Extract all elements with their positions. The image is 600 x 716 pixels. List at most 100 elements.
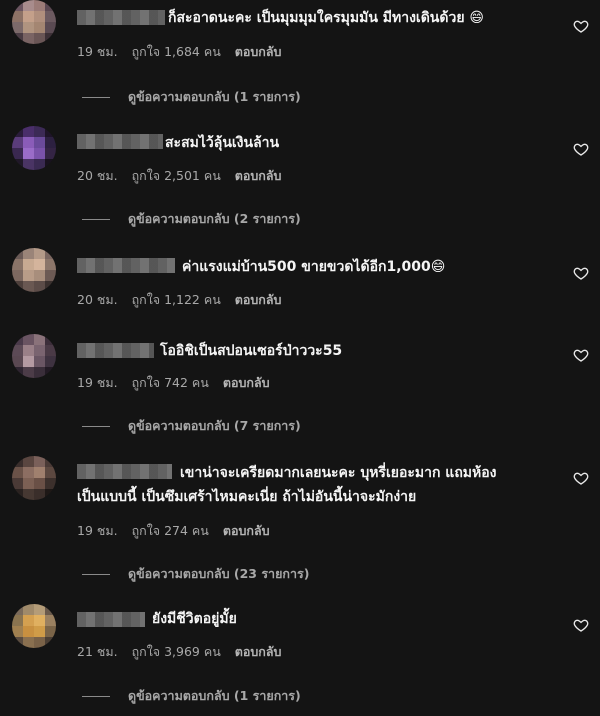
avatar-pixel (34, 0, 45, 11)
avatar-pixel (45, 33, 56, 44)
avatar-pixel (12, 281, 23, 292)
avatar[interactable] (12, 334, 56, 378)
heart-icon[interactable] (573, 470, 589, 486)
comment-meta: 20 ชม. ถูกใจ 2,501 คน ตอบกลับ (77, 166, 291, 186)
blurred-username[interactable] (77, 10, 165, 25)
avatar-pixel (45, 467, 56, 478)
avatar[interactable] (12, 456, 56, 500)
reply-button[interactable]: ตอบกลับ (235, 644, 282, 659)
heart-icon[interactable] (573, 265, 589, 281)
heart-icon[interactable] (573, 617, 589, 633)
comment-time: 20 ชม. (77, 168, 118, 183)
avatar-pixel (34, 356, 45, 367)
heart-icon[interactable] (573, 18, 589, 34)
reply-button[interactable]: ตอบกลับ (235, 168, 282, 183)
avatar-pixel (12, 33, 23, 44)
avatar-pixel (45, 615, 56, 626)
avatar-pixel (45, 11, 56, 22)
avatar-pixel (34, 148, 45, 159)
avatar-pixel (23, 126, 34, 137)
avatar-pixel (12, 345, 23, 356)
comment-text: ยังมีชีวิตอยู่มั้ย (152, 611, 237, 627)
avatar-pixel (12, 356, 23, 367)
avatar-pixel (45, 22, 56, 33)
like-count[interactable]: ถูกใจ 1,684 คน (132, 44, 221, 59)
avatar-pixel (34, 22, 45, 33)
like-count[interactable]: ถูกใจ 1,122 คน (132, 292, 221, 307)
avatar-pixel (12, 137, 23, 148)
avatar-pixel (45, 126, 56, 137)
avatar-pixel (45, 270, 56, 281)
like-count[interactable]: ถูกใจ 742 คน (132, 375, 209, 390)
avatar-pixel (23, 0, 34, 11)
avatar-pixel (45, 456, 56, 467)
divider-line (82, 573, 110, 575)
view-replies-link[interactable]: ดูข้อความตอบกลับ (23 รายการ) (82, 564, 309, 584)
comment-meta: 19 ชม. ถูกใจ 1,684 คน ตอบกลับ (77, 42, 291, 62)
avatar[interactable] (12, 0, 56, 44)
view-replies-link[interactable]: ดูข้อความตอบกลับ (1 รายการ) (82, 87, 301, 107)
avatar-pixel (34, 615, 45, 626)
avatar-pixel (45, 604, 56, 615)
like-count[interactable]: ถูกใจ 2,501 คน (132, 168, 221, 183)
avatar-pixel (45, 478, 56, 489)
heart-icon[interactable] (573, 347, 589, 363)
avatar-pixel (34, 604, 45, 615)
avatar-pixel (23, 456, 34, 467)
avatar[interactable] (12, 604, 56, 648)
avatar-pixel (45, 281, 56, 292)
comment-text: ค่าแรงแม่บ้าน500 ขายขวดได้อีก1,000😄 (182, 259, 446, 275)
comment-text: เขาน่าจะเครียดมากเลยนะคะ บุหรี่เยอะมาก แ… (180, 465, 497, 481)
avatar-pixel (12, 626, 23, 637)
blurred-username[interactable] (77, 464, 172, 479)
reply-button[interactable]: ตอบกลับ (235, 44, 282, 59)
avatar-pixel (12, 467, 23, 478)
avatar-pixel (45, 259, 56, 270)
like-count[interactable]: ถูกใจ 274 คน (132, 523, 209, 538)
comment-time: 21 ชม. (77, 644, 118, 659)
avatar-pixel (12, 11, 23, 22)
avatar-pixel (23, 148, 34, 159)
avatar-pixel (12, 126, 23, 137)
view-replies-link[interactable]: ดูข้อความตอบกลับ (2 รายการ) (82, 209, 301, 229)
avatar-pixel (12, 334, 23, 345)
avatar-pixel (23, 248, 34, 259)
comment-text-line2: เป็นแบบนี้ เป็นซึมเศร้าไหมคะเนี่ย ถ้าไม่… (77, 489, 417, 505)
view-replies-label: ดูข้อความตอบกลับ (1 รายการ) (128, 688, 301, 703)
comment-meta: 19 ชม. ถูกใจ 274 คน ตอบกลับ (77, 521, 280, 541)
comment-time: 19 ชม. (77, 523, 118, 538)
avatar-pixel (45, 626, 56, 637)
avatar-pixel (34, 367, 45, 378)
divider-line (82, 218, 110, 220)
avatar-pixel (23, 270, 34, 281)
avatar-pixel (23, 334, 34, 345)
view-replies-label: ดูข้อความตอบกลับ (2 รายการ) (128, 211, 301, 226)
view-replies-label: ดูข้อความตอบกลับ (7 รายการ) (128, 418, 301, 433)
avatar-pixel (45, 345, 56, 356)
reply-button[interactable]: ตอบกลับ (235, 292, 282, 307)
reply-button[interactable]: ตอบกลับ (223, 375, 270, 390)
avatar[interactable] (12, 248, 56, 292)
blurred-username[interactable] (77, 258, 175, 273)
blurred-username[interactable] (77, 134, 163, 149)
reply-button[interactable]: ตอบกลับ (223, 523, 270, 538)
avatar-pixel (23, 159, 34, 170)
heart-icon[interactable] (573, 141, 589, 157)
avatar-pixel (23, 637, 34, 648)
comment-meta: 20 ชม. ถูกใจ 1,122 คน ตอบกลับ (77, 290, 291, 310)
view-replies-link[interactable]: ดูข้อความตอบกลับ (7 รายการ) (82, 416, 301, 436)
avatar-pixel (12, 489, 23, 500)
avatar-pixel (34, 126, 45, 137)
avatar-pixel (12, 148, 23, 159)
view-replies-link[interactable]: ดูข้อความตอบกลับ (1 รายการ) (82, 686, 301, 706)
avatar[interactable] (12, 126, 56, 170)
avatar-pixel (12, 248, 23, 259)
avatar-pixel (12, 0, 23, 11)
avatar-pixel (12, 367, 23, 378)
avatar-pixel (23, 489, 34, 500)
like-count[interactable]: ถูกใจ 3,969 คน (132, 644, 221, 659)
avatar-pixel (34, 626, 45, 637)
avatar-pixel (12, 637, 23, 648)
blurred-username[interactable] (77, 612, 145, 627)
blurred-username[interactable] (77, 343, 154, 358)
